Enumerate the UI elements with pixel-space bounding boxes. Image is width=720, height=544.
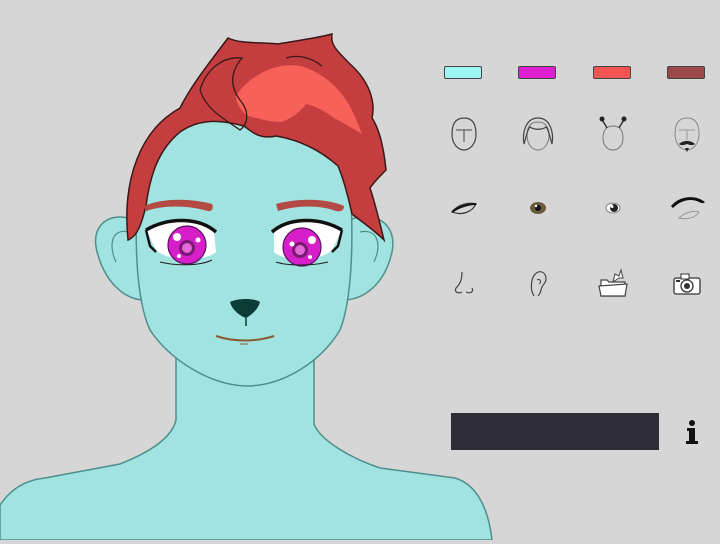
camera-button[interactable] bbox=[665, 262, 709, 306]
hair-icon bbox=[522, 117, 554, 151]
facial-hair-button[interactable] bbox=[665, 112, 709, 156]
open-folder-button[interactable] bbox=[591, 262, 635, 306]
nose-icon bbox=[454, 271, 474, 294]
palette-swatch-cyan[interactable] bbox=[444, 66, 482, 79]
palette-swatch-coral[interactable] bbox=[593, 66, 631, 79]
palette-swatch-maroon[interactable] bbox=[667, 66, 705, 79]
head-shape-icon bbox=[451, 117, 477, 151]
nose-button[interactable] bbox=[442, 262, 486, 306]
facial-hair-icon bbox=[674, 117, 700, 152]
pupil-icon bbox=[605, 202, 621, 214]
palette-swatch-magenta[interactable] bbox=[518, 66, 556, 79]
ear-icon bbox=[530, 271, 547, 297]
ear-button[interactable] bbox=[516, 262, 560, 306]
folder-icon bbox=[598, 268, 628, 297]
iris-icon bbox=[530, 202, 546, 214]
head-shape-button[interactable] bbox=[442, 112, 486, 156]
info-button[interactable] bbox=[680, 418, 704, 446]
hair-button[interactable] bbox=[516, 112, 560, 156]
eye-shape-icon bbox=[451, 202, 477, 215]
eye-shape-button[interactable] bbox=[442, 186, 486, 230]
iris-button[interactable] bbox=[516, 186, 560, 230]
eyebrow-button[interactable] bbox=[665, 186, 709, 230]
info-icon bbox=[686, 420, 698, 444]
pupil-button[interactable] bbox=[591, 186, 635, 230]
antennae-button[interactable] bbox=[591, 112, 635, 156]
antennae-icon bbox=[599, 116, 627, 151]
name-input[interactable] bbox=[451, 413, 659, 450]
eyebrow-icon bbox=[671, 197, 705, 220]
camera-icon bbox=[673, 273, 701, 295]
